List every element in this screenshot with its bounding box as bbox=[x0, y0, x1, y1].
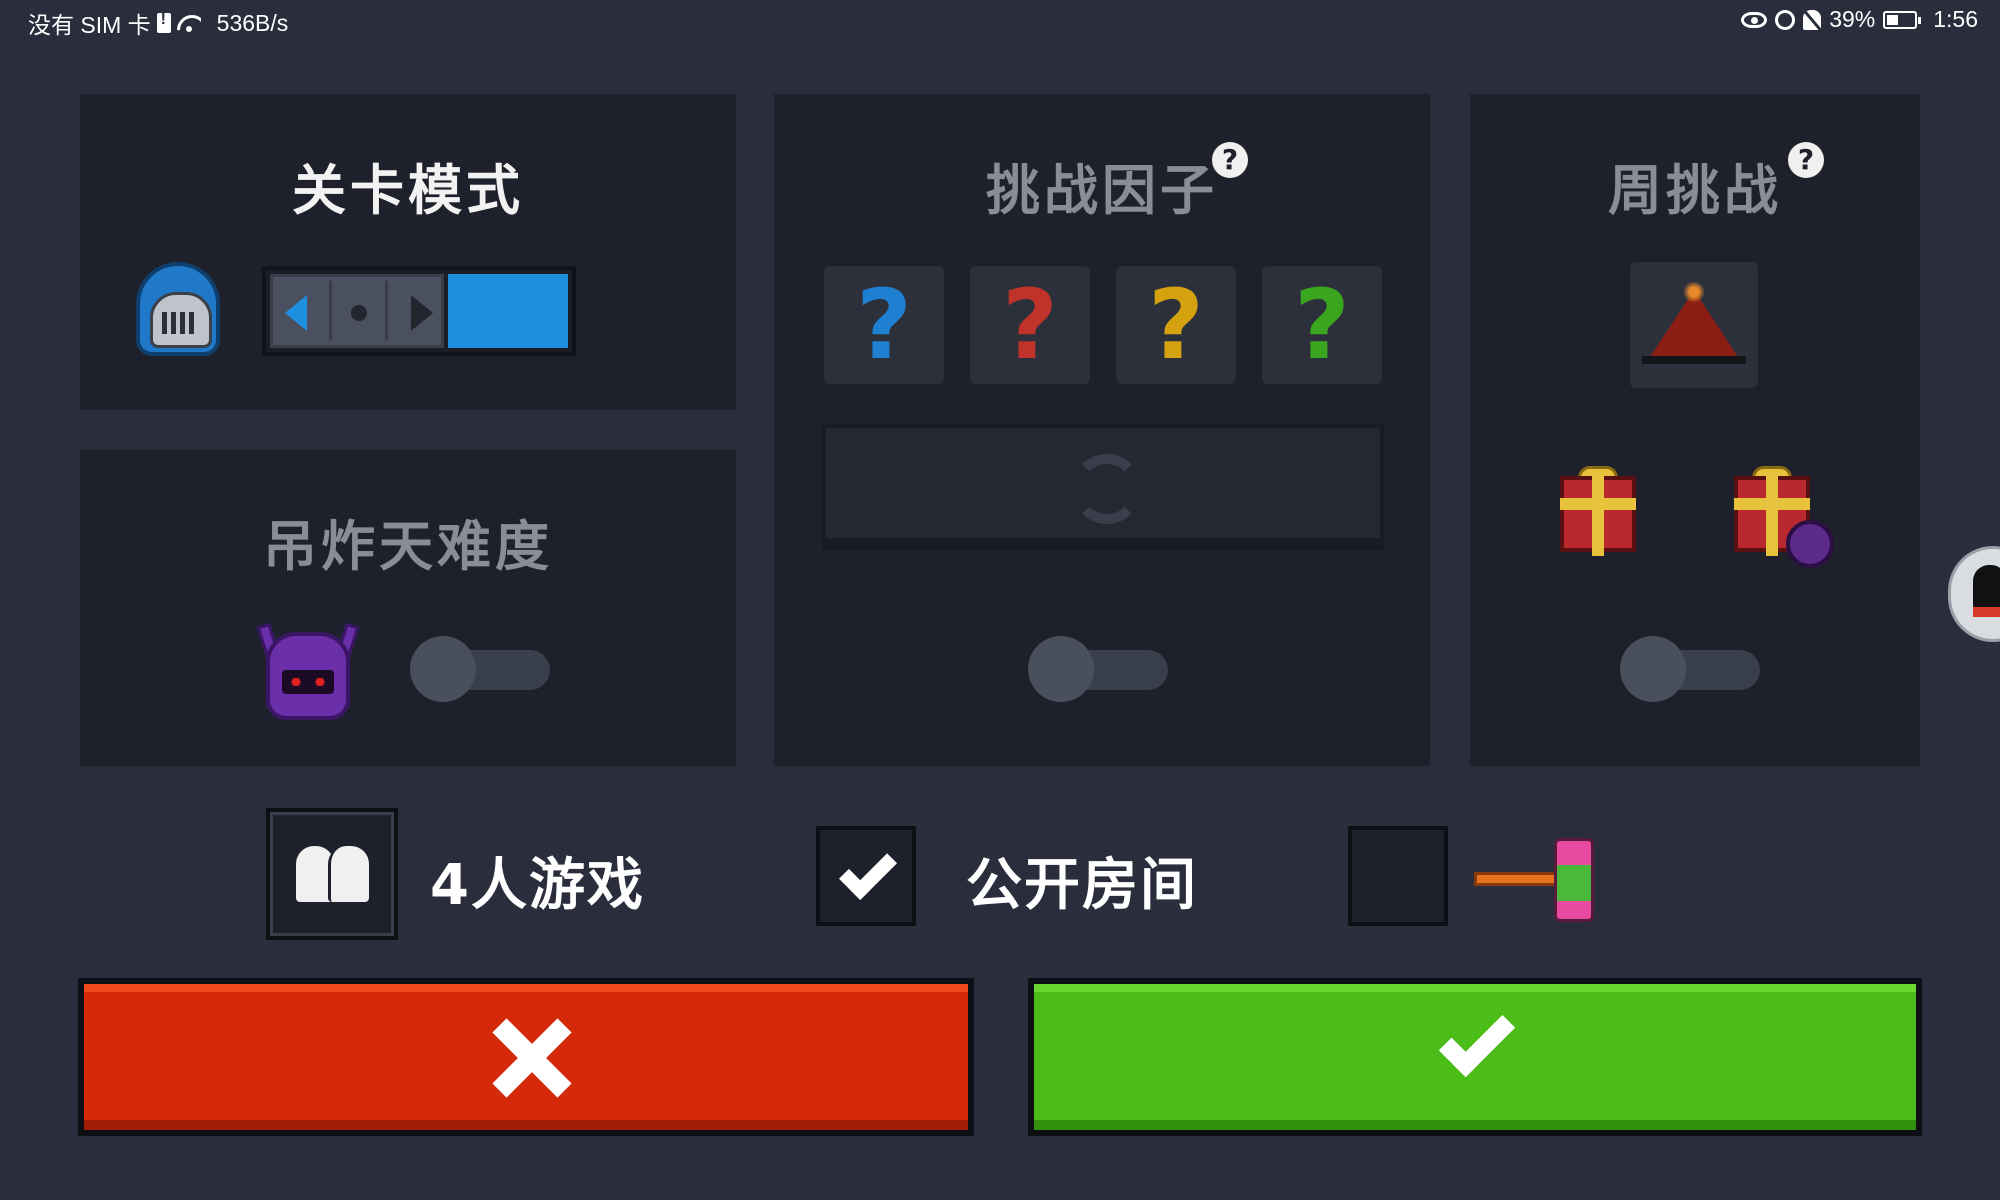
eye-icon bbox=[1741, 11, 1768, 28]
difficulty-title: 吊炸天难度 bbox=[263, 515, 553, 578]
challenge-factors-toggle[interactable] bbox=[1028, 636, 1172, 702]
weekly-challenge-toggle[interactable] bbox=[1620, 636, 1764, 702]
factor-slot-3[interactable]: ? bbox=[1116, 266, 1236, 384]
factor-slot-4[interactable]: ? bbox=[1262, 266, 1382, 384]
arrow-right-icon[interactable] bbox=[411, 295, 433, 331]
difficulty-toggle[interactable] bbox=[410, 636, 554, 702]
weekly-help-icon[interactable]: ? bbox=[1788, 142, 1824, 178]
weekly-challenge-title: 周挑战 bbox=[1608, 159, 1782, 222]
alarm-icon bbox=[1775, 9, 1796, 30]
clock: 1:56 bbox=[1933, 6, 1978, 32]
toggle-knob bbox=[410, 636, 476, 702]
toggle-knob bbox=[1028, 636, 1094, 702]
wifi-icon bbox=[177, 13, 201, 33]
volcano-smoke bbox=[1682, 282, 1706, 302]
check-icon bbox=[839, 842, 897, 900]
level-mode-title: 关卡模式 bbox=[292, 159, 524, 222]
players-icon bbox=[296, 846, 369, 902]
status-bar: 没有 SIM 卡 536B/s 39% 1:56 bbox=[0, 0, 2000, 40]
players-button[interactable] bbox=[266, 808, 398, 940]
refresh-factors-button[interactable] bbox=[822, 424, 1384, 550]
hammer-checkbox[interactable] bbox=[1348, 826, 1448, 926]
status-left: 没有 SIM 卡 536B/s bbox=[28, 6, 288, 40]
floating-qq-icon[interactable] bbox=[1948, 546, 2000, 642]
hammer-handle bbox=[1474, 872, 1564, 886]
refresh-icon bbox=[1072, 454, 1142, 524]
demon-badge-icon bbox=[1786, 520, 1834, 568]
knight-helmet-icon bbox=[136, 262, 220, 356]
gift-icon bbox=[1560, 476, 1636, 556]
factors-help-icon[interactable]: ? bbox=[1212, 142, 1248, 178]
factor-slot-2[interactable]: ? bbox=[970, 266, 1090, 384]
challenge-factors-title: 挑战因子 bbox=[986, 159, 1218, 222]
net-speed-text: 536B/s bbox=[216, 9, 289, 36]
slider-divider bbox=[385, 281, 388, 341]
mode-slider-track bbox=[270, 274, 444, 348]
factor-slot-1[interactable]: ? bbox=[824, 266, 944, 384]
demon-helmet-icon bbox=[266, 632, 350, 720]
check-icon bbox=[1438, 1000, 1516, 1078]
bell-off-icon bbox=[1803, 9, 1822, 30]
sim-alert-icon bbox=[156, 11, 171, 33]
level-mode-slider[interactable] bbox=[262, 266, 576, 356]
slider-divider bbox=[329, 281, 332, 341]
status-right: 39% 1:56 bbox=[1741, 6, 1978, 33]
hammer-icon bbox=[1554, 838, 1594, 922]
carrier-text: 没有 SIM 卡 bbox=[28, 12, 151, 38]
public-room-label: 公开房间 bbox=[966, 853, 1198, 918]
close-icon bbox=[492, 1018, 572, 1098]
difficulty-panel: 吊炸天难度 bbox=[80, 450, 736, 766]
public-room-checkbox[interactable] bbox=[816, 826, 916, 926]
arrow-left-icon[interactable] bbox=[285, 295, 307, 331]
cancel-button[interactable] bbox=[78, 978, 974, 1136]
toggle-knob bbox=[1620, 636, 1686, 702]
slider-dot-icon bbox=[351, 305, 367, 321]
confirm-button[interactable] bbox=[1028, 978, 1922, 1136]
players-label: 4人游戏 bbox=[430, 853, 645, 918]
battery-percent: 39% bbox=[1829, 6, 1876, 32]
weekly-challenge-slot[interactable] bbox=[1630, 262, 1758, 388]
volcano-base bbox=[1642, 356, 1746, 364]
level-mode-panel: 关卡模式 bbox=[80, 94, 736, 410]
battery-charging-icon bbox=[1883, 10, 1922, 29]
mode-slider-fill bbox=[448, 274, 568, 348]
